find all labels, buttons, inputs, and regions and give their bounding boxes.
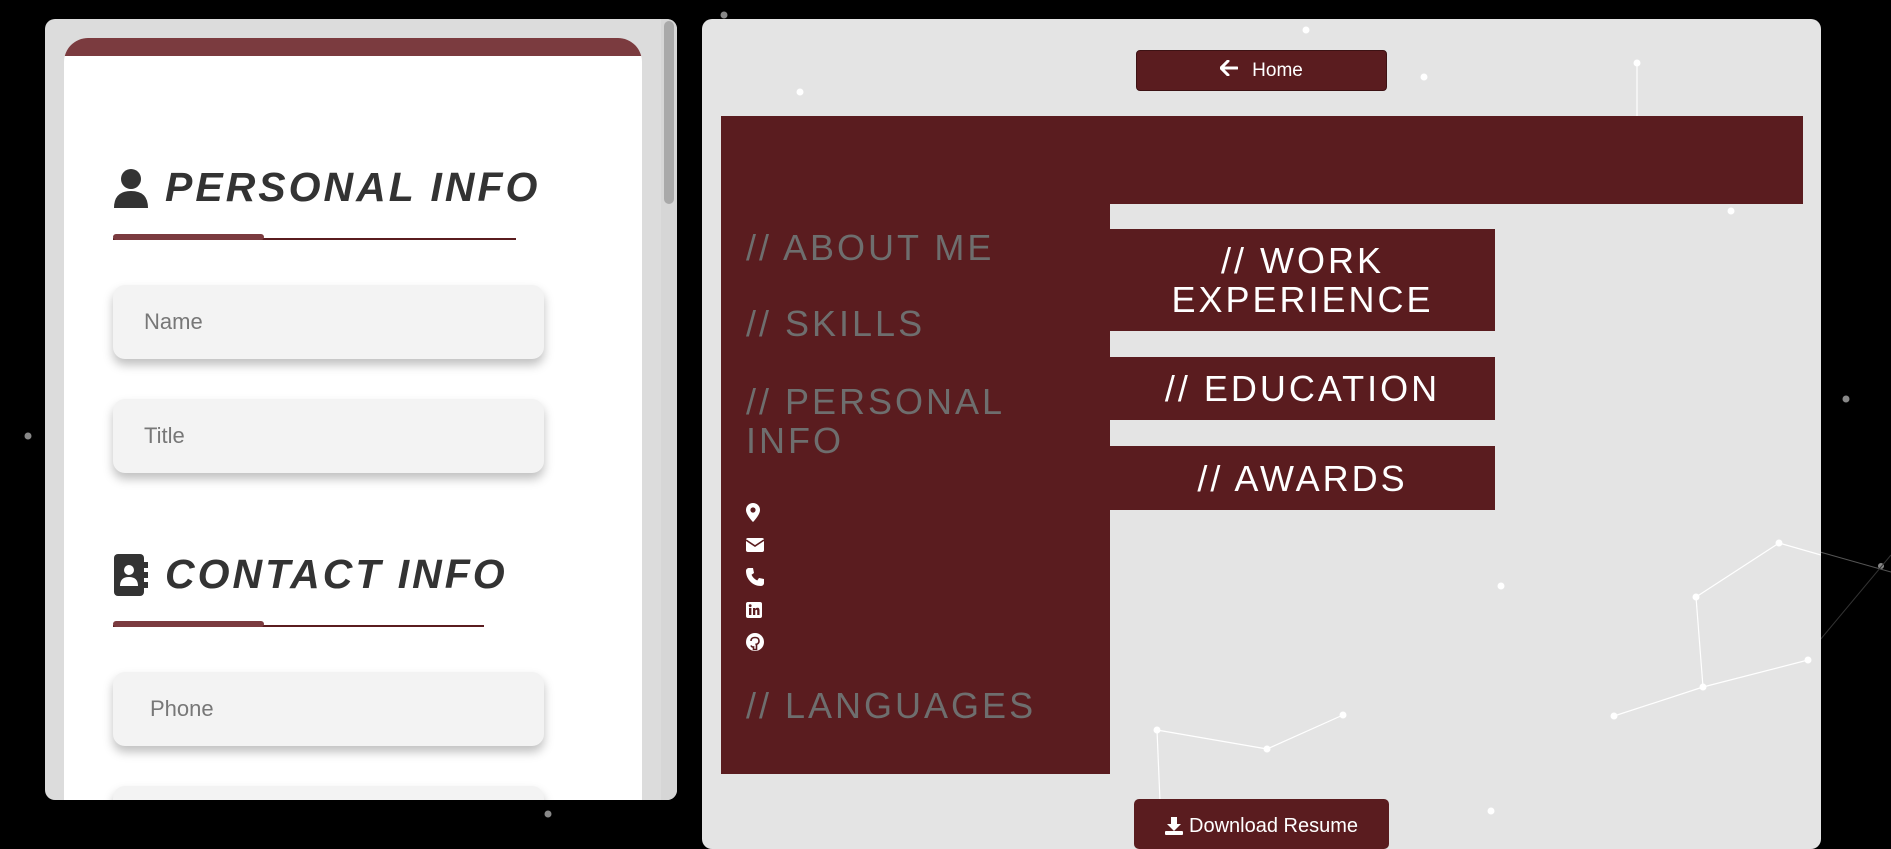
scrollbar-thumb[interactable]: [664, 21, 674, 204]
email-input[interactable]: [113, 786, 544, 800]
download-resume-label: Download Resume: [1189, 815, 1358, 837]
about-me-heading: // ABOUT ME: [746, 227, 995, 268]
work-experience-label: // WORK EXPERIENCE: [1171, 240, 1434, 320]
user-icon: [113, 167, 149, 209]
editor-scrollbar[interactable]: [661, 19, 677, 800]
personal-info-section-heading: // PERSONAL INFO: [746, 381, 1004, 461]
form-top-bar: [64, 38, 642, 56]
phone-icon: [746, 561, 764, 594]
home-button-label: Home: [1252, 59, 1303, 81]
github-icon: [746, 626, 764, 659]
download-resume-button[interactable]: Download Resume: [1134, 799, 1389, 849]
resume-header-banner: [721, 116, 1803, 204]
resume-sidebar: // ABOUT ME // SKILLS // PERSONAL INFO /…: [721, 204, 1110, 774]
contact-info-underline: [113, 621, 484, 627]
editor-form: PERSONAL INFO CONTACT INFO: [64, 38, 642, 800]
phone-input[interactable]: [113, 672, 544, 746]
awards-label: // AWARDS: [1197, 457, 1408, 499]
email-icon: [746, 529, 764, 562]
download-icon: [1165, 817, 1183, 841]
education-label: // EDUCATION: [1164, 368, 1441, 409]
title-input[interactable]: [113, 399, 544, 473]
contact-info-heading: CONTACT INFO: [113, 551, 508, 598]
arrow-left-icon: [1219, 59, 1239, 82]
personal-info-heading: PERSONAL INFO: [113, 164, 540, 211]
education-heading: // EDUCATION: [1110, 357, 1495, 420]
contact-icon-list: [746, 496, 764, 659]
work-experience-heading: // WORK EXPERIENCE: [1110, 229, 1495, 331]
languages-heading: // LANGUAGES: [746, 685, 1037, 726]
address-book-icon: [113, 553, 149, 596]
home-button[interactable]: Home: [1136, 50, 1387, 91]
personal-info-underline: [113, 234, 516, 240]
awards-heading: // AWARDS: [1110, 446, 1495, 510]
linkedin-icon: [746, 594, 764, 627]
location-icon: [746, 496, 764, 529]
editor-panel: PERSONAL INFO CONTACT INFO: [45, 19, 677, 800]
resume-preview-panel: Home // ABOUT ME // SKILLS // PERSONAL I…: [702, 19, 1821, 849]
name-input[interactable]: [113, 285, 544, 359]
contact-info-title: CONTACT INFO: [165, 551, 508, 597]
skills-heading: // SKILLS: [746, 303, 926, 344]
personal-info-title: PERSONAL INFO: [165, 164, 541, 210]
